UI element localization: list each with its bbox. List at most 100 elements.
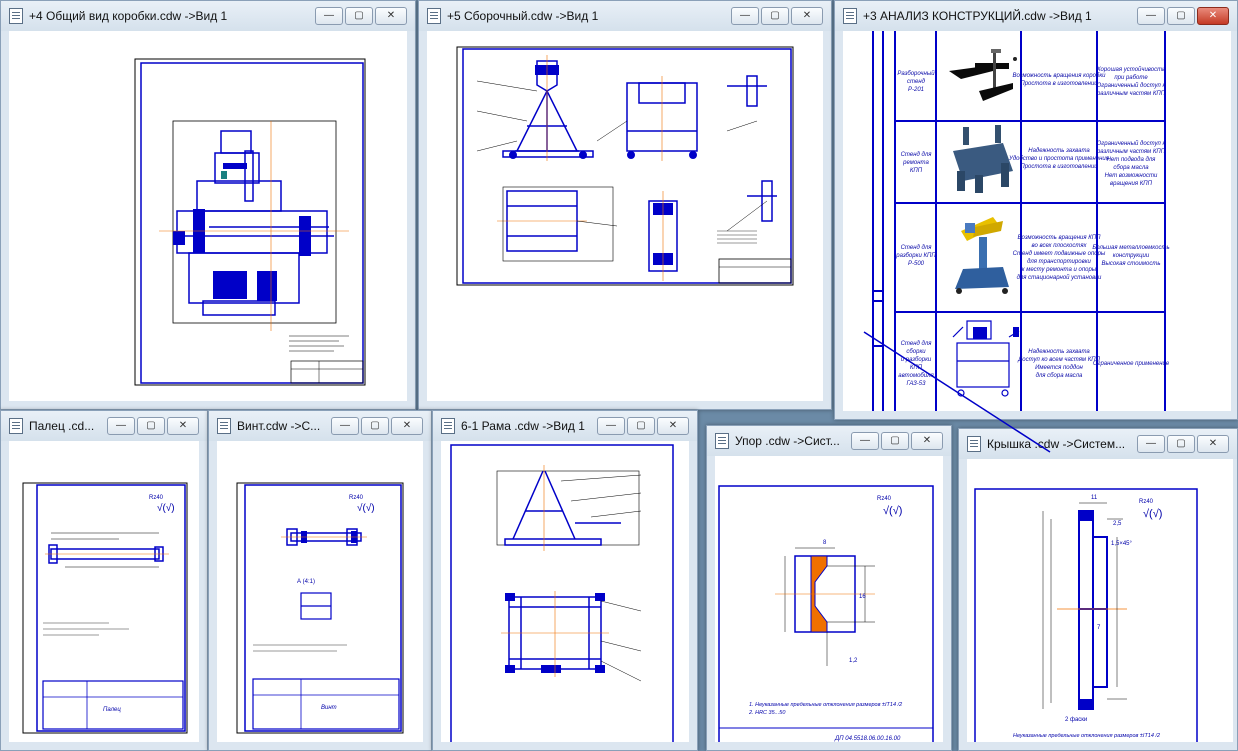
roughness-check: √(√) — [883, 505, 902, 517]
minimize-button[interactable]: — — [315, 7, 343, 25]
close-button[interactable]: ✕ — [375, 7, 407, 25]
title-bar[interactable]: +3 АНАЛИЗ КОНСТРУКЦИЙ.cdw ->Вид 1 — ▢ ✕ — [835, 1, 1237, 31]
upor-drawing: Rz40 √(√) 8 16 1,2 1. Неуказанные предел… — [715, 456, 943, 742]
close-button[interactable]: ✕ — [167, 417, 199, 435]
title-bar[interactable]: Палец .cd... — ▢ ✕ — [1, 411, 207, 441]
roughness-label: Rz40 — [149, 495, 164, 501]
dim-16: 16 — [859, 594, 866, 600]
dim-chamfer: 1,5×45° — [1111, 541, 1133, 547]
row4-name-1: сборки — [906, 349, 926, 355]
window-title: +4 Общий вид коробки.cdw ->Вид 1 — [29, 9, 228, 23]
palec-drawing: Rz40 √(√) Палец — [22, 482, 188, 734]
drawing-canvas[interactable] — [427, 31, 823, 401]
roughness-label: Rz40 — [349, 495, 364, 501]
title-bar[interactable]: 6-1 Рама .cdw ->Вид 1 — ▢ ✕ — [433, 411, 697, 441]
drawing-canvas[interactable] — [441, 441, 689, 742]
row4-adv-0: Надежность захвата — [1028, 349, 1090, 355]
row2-dis-5: вращения КПП — [1110, 181, 1153, 187]
drawing-canvas[interactable]: Rz40 √(√) 8 16 1,2 1. Неуказанные предел… — [715, 456, 943, 742]
note-2: 2. HRC 35...50 — [748, 710, 786, 716]
row1-name-2: Р-201 — [908, 87, 924, 93]
roughness-check: √(√) — [1143, 508, 1162, 520]
title-bar[interactable]: Упор .cdw ->Сист... — ▢ ✕ — [707, 426, 951, 456]
roughness-check: √(√) — [357, 502, 375, 514]
close-button[interactable]: ✕ — [791, 7, 823, 25]
window-title: +3 АНАЛИЗ КОНСТРУКЦИЙ.cdw ->Вид 1 — [863, 9, 1092, 23]
window-upor[interactable]: Упор .cdw ->Сист... — ▢ ✕ Rz40 √(√) 8 16 — [706, 425, 952, 751]
part-name: Винт — [321, 705, 337, 711]
minimize-button[interactable]: — — [1137, 7, 1165, 25]
kryshka-drawing: Rz40 √(√) 11 2,5 1,5×45° 7 2 фаски Неука… — [967, 459, 1233, 742]
dim-2-faski: 2 фаски — [1065, 717, 1087, 723]
dim-1-2: 1,2 — [849, 658, 858, 664]
row3-adv-1: во всех плоскостях — [1031, 243, 1087, 249]
part-name: Палец — [103, 707, 121, 713]
window-rama[interactable]: 6-1 Рама .cdw ->Вид 1 — ▢ ✕ — [432, 410, 698, 751]
close-button[interactable]: ✕ — [1197, 435, 1229, 453]
row2-adv-2: Простота в изготовлении — [1020, 164, 1098, 170]
title-bar[interactable]: Крышка .cdw ->Систем... — ▢ ✕ — [959, 429, 1237, 459]
document-icon — [715, 433, 729, 449]
note-1: 1. Неуказанные предельные отклонения раз… — [749, 702, 902, 708]
title-bar[interactable]: Винт.cdw ->С... — ▢ ✕ — [209, 411, 431, 441]
close-button[interactable]: ✕ — [1197, 7, 1229, 25]
row1-name-1: стенд — [907, 79, 926, 85]
maximize-button[interactable]: ▢ — [881, 432, 909, 450]
assembly-drawing — [456, 46, 794, 286]
window-assembly[interactable]: +5 Сборочный.cdw ->Вид 1 — ▢ ✕ — [418, 0, 832, 410]
row1-dis-2: Ограниченный доступ к — [1097, 82, 1167, 89]
drawing-canvas[interactable]: Разборочный стенд Р-201 Возможность вращ… — [843, 31, 1231, 411]
title-bar[interactable]: +5 Сборочный.cdw ->Вид 1 — ▢ ✕ — [419, 1, 831, 31]
section-label: А (4:1) — [297, 579, 315, 585]
minimize-button[interactable]: — — [597, 417, 625, 435]
minimize-button[interactable]: — — [851, 432, 879, 450]
maximize-button[interactable]: ▢ — [761, 7, 789, 25]
row3-adv-5: для стационарной установки — [1017, 274, 1102, 281]
row2-name-0: Стенд для — [901, 152, 933, 158]
minimize-button[interactable]: — — [731, 7, 759, 25]
close-button[interactable]: ✕ — [391, 417, 423, 435]
row3-dis-2: Высокая стоимость — [1101, 261, 1160, 267]
row4-adv-1: Доступ ко всем частям КПП — [1017, 357, 1101, 363]
row3-adv-4: к месту ремонта и опоры — [1022, 267, 1097, 273]
row2-dis-1: различным частям КПП — [1096, 149, 1166, 155]
row4-adv-2: Имеется поддон — [1035, 365, 1083, 371]
vint-drawing: Rz40 √(√) А (4:1) Винт — [236, 482, 404, 734]
row4-name-2: и разборки — [901, 357, 932, 363]
minimize-button[interactable]: — — [107, 417, 135, 435]
row3-name-2: Р-500 — [908, 261, 925, 267]
window-title: Крышка .cdw ->Систем... — [987, 437, 1126, 451]
window-kryshka[interactable]: Крышка .cdw ->Систем... — ▢ ✕ Rz40 √(√) — [958, 428, 1238, 751]
row4-name-5: ГАЗ-53 — [907, 381, 927, 387]
maximize-button[interactable]: ▢ — [1167, 435, 1195, 453]
drawing-canvas[interactable]: Rz40 √(√) А (4:1) Винт — [217, 441, 423, 742]
row2-dis-3: сбора масла — [1113, 165, 1149, 171]
row3-dis-1: конструкции — [1113, 253, 1150, 259]
drawing-canvas[interactable]: Rz40 √(√) 11 2,5 1,5×45° 7 2 фаски Неука… — [967, 459, 1233, 742]
row3-name-1: разборки КПП — [895, 253, 936, 259]
close-button[interactable]: ✕ — [657, 417, 689, 435]
minimize-button[interactable]: — — [1137, 435, 1165, 453]
drawing-canvas[interactable] — [9, 31, 407, 401]
window-design-analysis[interactable]: +3 АНАЛИЗ КОНСТРУКЦИЙ.cdw ->Вид 1 — ▢ ✕ — [834, 0, 1238, 420]
row3-dis-0: Большая металлоемкость — [1092, 245, 1169, 251]
dim-11: 11 — [1091, 495, 1098, 501]
row2-dis-2: Нет подвода для — [1107, 157, 1157, 163]
window-general-view[interactable]: +4 Общий вид коробки.cdw ->Вид 1 — ▢ ✕ — [0, 0, 416, 410]
maximize-button[interactable]: ▢ — [137, 417, 165, 435]
window-palec[interactable]: Палец .cd... — ▢ ✕ Rz40 √(√) Палец — [0, 410, 208, 751]
window-vint[interactable]: Винт.cdw ->С... — ▢ ✕ Rz40 √(√) А (4:1) — [208, 410, 432, 751]
row4-dis-0: Ограниченное применение — [1093, 361, 1170, 367]
row2-name-1: ремонта — [902, 160, 929, 166]
maximize-button[interactable]: ▢ — [361, 417, 389, 435]
close-button[interactable]: ✕ — [911, 432, 943, 450]
row1-adv-1: Простота в изготовлении — [1020, 81, 1098, 87]
maximize-button[interactable]: ▢ — [627, 417, 655, 435]
title-bar[interactable]: +4 Общий вид коробки.cdw ->Вид 1 — ▢ ✕ — [1, 1, 415, 31]
minimize-button[interactable]: — — [331, 417, 359, 435]
maximize-button[interactable]: ▢ — [1167, 7, 1195, 25]
roughness-label: Rz40 — [1139, 499, 1154, 505]
maximize-button[interactable]: ▢ — [345, 7, 373, 25]
drawing-canvas[interactable]: Rz40 √(√) Палец — [9, 441, 199, 742]
analysis-table-drawing: Разборочный стенд Р-201 Возможность вращ… — [861, 31, 1231, 411]
